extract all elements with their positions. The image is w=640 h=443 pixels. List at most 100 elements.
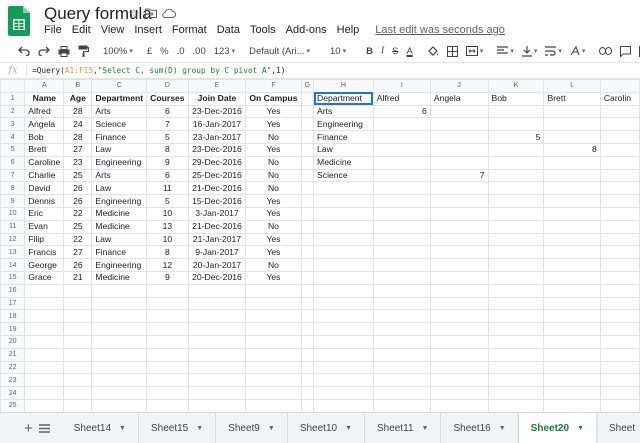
sheet-tab-sheet9[interactable]: Sheet9 ▼ — [216, 413, 288, 443]
source-cell[interactable]: 20-Jan-2017 — [187, 258, 247, 272]
empty-cell[interactable] — [429, 270, 489, 285]
source-cell[interactable]: 10 — [146, 232, 189, 247]
source-cell[interactable]: 25-Dec-2016 — [187, 168, 247, 183]
currency-format-button[interactable]: £ — [143, 41, 156, 61]
empty-cell[interactable] — [429, 386, 489, 400]
pivot-value-cell[interactable] — [599, 155, 640, 170]
empty-cell[interactable] — [300, 347, 315, 362]
empty-cell[interactable] — [543, 347, 601, 362]
source-cell[interactable]: Yes — [245, 104, 302, 119]
pivot-row-label[interactable]: Finance — [313, 130, 374, 144]
empty-cell[interactable] — [63, 322, 93, 336]
empty-cell[interactable] — [372, 258, 431, 272]
empty-cell[interactable] — [313, 296, 374, 311]
empty-cell[interactable] — [372, 334, 431, 349]
empty-cell[interactable] — [487, 270, 545, 285]
last-edit-link[interactable]: Last edit was seconds ago — [375, 24, 505, 36]
row-header-14[interactable]: 14 — [0, 258, 26, 272]
empty-cell[interactable] — [313, 206, 374, 221]
empty-cell[interactable] — [63, 347, 93, 362]
empty-cell[interactable] — [245, 373, 302, 388]
add-sheet-button[interactable]: + — [24, 420, 33, 437]
menu-tools[interactable]: Tools — [250, 24, 276, 36]
bold-button[interactable]: B — [362, 41, 377, 61]
source-cell[interactable]: Law — [91, 232, 148, 247]
empty-cell[interactable] — [300, 194, 315, 208]
empty-cell[interactable] — [487, 181, 545, 196]
empty-cell[interactable] — [543, 232, 601, 247]
empty-cell[interactable] — [313, 219, 374, 234]
empty-cell[interactable] — [91, 386, 148, 400]
insert-comment-icon[interactable] — [616, 41, 635, 61]
empty-cell[interactable] — [543, 360, 601, 375]
pivot-value-cell[interactable] — [487, 117, 545, 132]
font-size-select[interactable]: 10 — [320, 41, 356, 61]
empty-cell[interactable] — [91, 309, 148, 324]
empty-cell[interactable] — [91, 360, 148, 375]
source-cell[interactable]: Alfred — [24, 104, 65, 119]
empty-cell[interactable] — [429, 181, 489, 196]
menu-addons[interactable]: Add-ons — [286, 24, 327, 36]
empty-cell[interactable] — [313, 258, 374, 272]
row-header-20[interactable]: 20 — [0, 334, 26, 349]
source-cell[interactable]: Yes — [245, 194, 302, 208]
pivot-value-cell[interactable] — [599, 104, 640, 119]
source-cell[interactable]: Law — [91, 142, 148, 157]
source-header-cell[interactable]: Join Date — [187, 91, 247, 106]
row-header-5[interactable]: 5 — [0, 142, 26, 157]
source-cell[interactable]: Bob — [24, 130, 65, 144]
empty-cell[interactable] — [187, 386, 247, 400]
empty-cell[interactable] — [372, 245, 431, 260]
empty-cell[interactable] — [63, 334, 93, 349]
source-cell[interactable]: No — [245, 155, 302, 170]
empty-cell[interactable] — [487, 334, 545, 349]
empty-cell[interactable] — [245, 309, 302, 324]
empty-cell[interactable] — [187, 283, 247, 298]
empty-cell[interactable] — [543, 219, 601, 234]
empty-cell[interactable] — [187, 309, 247, 324]
pivot-value-cell[interactable] — [372, 117, 431, 132]
source-cell[interactable]: Filip — [24, 232, 65, 247]
empty-cell[interactable] — [599, 232, 640, 247]
empty-cell[interactable] — [429, 334, 489, 349]
empty-cell[interactable] — [187, 296, 247, 311]
horizontal-align-icon[interactable] — [493, 41, 518, 61]
empty-cell[interactable] — [372, 270, 431, 285]
empty-cell[interactable] — [372, 386, 431, 400]
source-cell[interactable]: 21-Jan-2017 — [187, 232, 247, 247]
sheet-menu-caret-icon[interactable]: ▼ — [268, 425, 275, 432]
empty-cell[interactable] — [372, 398, 431, 412]
empty-cell[interactable] — [429, 296, 489, 311]
row-header-19[interactable]: 19 — [0, 322, 26, 336]
empty-cell[interactable] — [487, 258, 545, 272]
empty-cell[interactable] — [599, 219, 640, 234]
menu-data[interactable]: Data — [217, 24, 240, 36]
empty-cell[interactable] — [300, 334, 315, 349]
row-header-11[interactable]: 11 — [0, 219, 26, 234]
empty-cell[interactable] — [187, 360, 247, 375]
source-cell[interactable]: 3-Jan-2017 — [187, 206, 247, 221]
source-cell[interactable]: 10 — [146, 206, 189, 221]
empty-cell[interactable] — [313, 194, 374, 208]
pivot-value-cell[interactable] — [372, 130, 431, 144]
pivot-value-cell[interactable]: 6 — [372, 104, 431, 119]
column-header-d[interactable]: D — [146, 79, 189, 93]
empty-cell[interactable] — [245, 322, 302, 336]
borders-icon[interactable] — [443, 41, 462, 61]
empty-cell[interactable] — [599, 398, 640, 412]
empty-cell[interactable] — [599, 373, 640, 388]
pivot-value-cell[interactable] — [487, 104, 545, 119]
sheet-tab-sheet16[interactable]: Sheet16 ▼ — [441, 413, 519, 443]
increase-decimals-button[interactable]: .00 — [189, 41, 210, 61]
text-wrap-icon[interactable] — [541, 41, 566, 61]
empty-cell[interactable] — [63, 360, 93, 375]
empty-cell[interactable] — [429, 322, 489, 336]
empty-cell[interactable] — [146, 360, 189, 375]
source-header-cell[interactable]: On Campus — [245, 91, 302, 106]
source-cell[interactable]: 25 — [63, 168, 93, 183]
empty-cell[interactable] — [187, 373, 247, 388]
empty-cell[interactable] — [429, 245, 489, 260]
source-cell[interactable]: 27 — [63, 245, 93, 260]
empty-cell[interactable] — [429, 373, 489, 388]
pivot-row-label[interactable]: Arts — [313, 104, 374, 119]
